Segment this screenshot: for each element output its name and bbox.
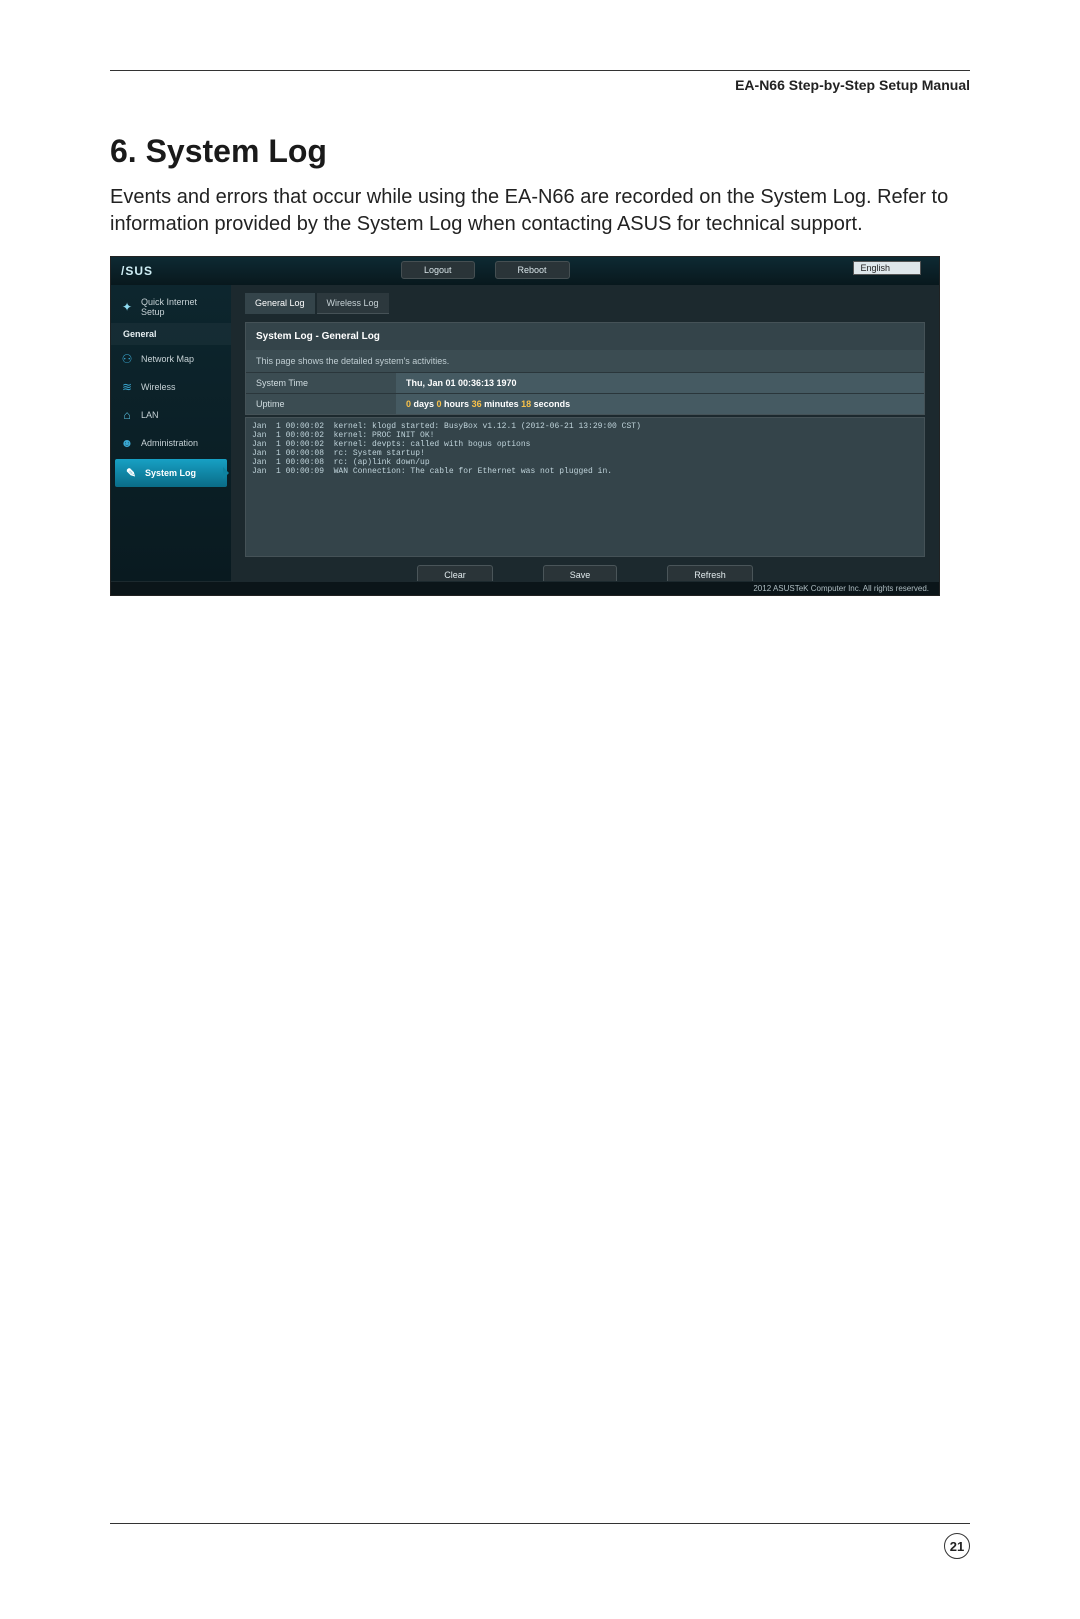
wand-icon: ✦ (119, 299, 135, 315)
network-icon: ⚇ (119, 351, 135, 367)
wifi-icon: ≋ (119, 379, 135, 395)
log-textarea[interactable]: Jan 1 00:00:02 kernel: klogd started: Bu… (245, 417, 925, 557)
sidebar-quick-setup[interactable]: ✦ Quick Internet Setup (111, 291, 231, 323)
section-title: 6. System Log (110, 133, 970, 170)
manual-header: EA-N66 Step-by-Step Setup Manual (110, 70, 970, 93)
page-footer-line (110, 1523, 970, 1524)
sidebar-item-label: Wireless (141, 382, 176, 392)
sidebar-item-label: Network Map (141, 354, 194, 364)
row-system-time: System Time Thu, Jan 01 00:36:13 1970 (246, 372, 924, 393)
sidebar-item-network-map[interactable]: ⚇ Network Map (111, 345, 231, 373)
tab-general-log[interactable]: General Log (245, 293, 315, 314)
page-number: 21 (944, 1533, 970, 1559)
sidebar-item-label: System Log (145, 468, 196, 478)
main-panel: General Log Wireless Log System Log - Ge… (231, 285, 939, 583)
sidebar-item-system-log[interactable]: ✎ System Log (115, 459, 227, 487)
logout-button[interactable]: Logout (401, 261, 475, 279)
tabs: General Log Wireless Log (245, 293, 925, 314)
sidebar-item-label: Administration (141, 438, 198, 448)
section-body: Events and errors that occur while using… (110, 184, 970, 238)
system-time-label: System Time (246, 373, 396, 393)
language-select[interactable]: English (853, 261, 921, 275)
uptime-value: 0 days 0 hours 36 minutes 18 seconds (396, 394, 924, 414)
panel-description: This page shows the detailed system's ac… (246, 350, 924, 372)
tab-wireless-log[interactable]: Wireless Log (317, 293, 389, 314)
uptime-label: Uptime (246, 394, 396, 414)
sidebar-item-lan[interactable]: ⌂ LAN (111, 401, 231, 429)
person-icon: ☻ (119, 435, 135, 451)
copyright-footer: 2012 ASUSTeK Computer Inc. All rights re… (111, 581, 939, 595)
home-icon: ⌂ (119, 407, 135, 423)
top-bar: /SUS Logout Reboot English (111, 257, 939, 285)
sidebar-item-label: LAN (141, 410, 159, 420)
router-ui-screenshot: /SUS Logout Reboot English ✦ Quick Inter… (110, 256, 940, 596)
reboot-button[interactable]: Reboot (495, 261, 570, 279)
language-value: English (860, 263, 890, 273)
system-time-value: Thu, Jan 01 00:36:13 1970 (396, 373, 924, 393)
panel-title: System Log - General Log (246, 323, 924, 350)
row-uptime: Uptime 0 days 0 hours 36 minutes 18 seco… (246, 393, 924, 414)
sidebar-item-label: Quick Internet Setup (141, 297, 223, 317)
asus-logo: /SUS (121, 264, 153, 278)
sidebar-item-wireless[interactable]: ≋ Wireless (111, 373, 231, 401)
sidebar-item-administration[interactable]: ☻ Administration (111, 429, 231, 457)
log-icon: ✎ (123, 465, 139, 481)
sidebar-general-header: General (111, 323, 231, 345)
panel-box: System Log - General Log This page shows… (245, 322, 925, 415)
sidebar: ✦ Quick Internet Setup General ⚇ Network… (111, 285, 231, 583)
